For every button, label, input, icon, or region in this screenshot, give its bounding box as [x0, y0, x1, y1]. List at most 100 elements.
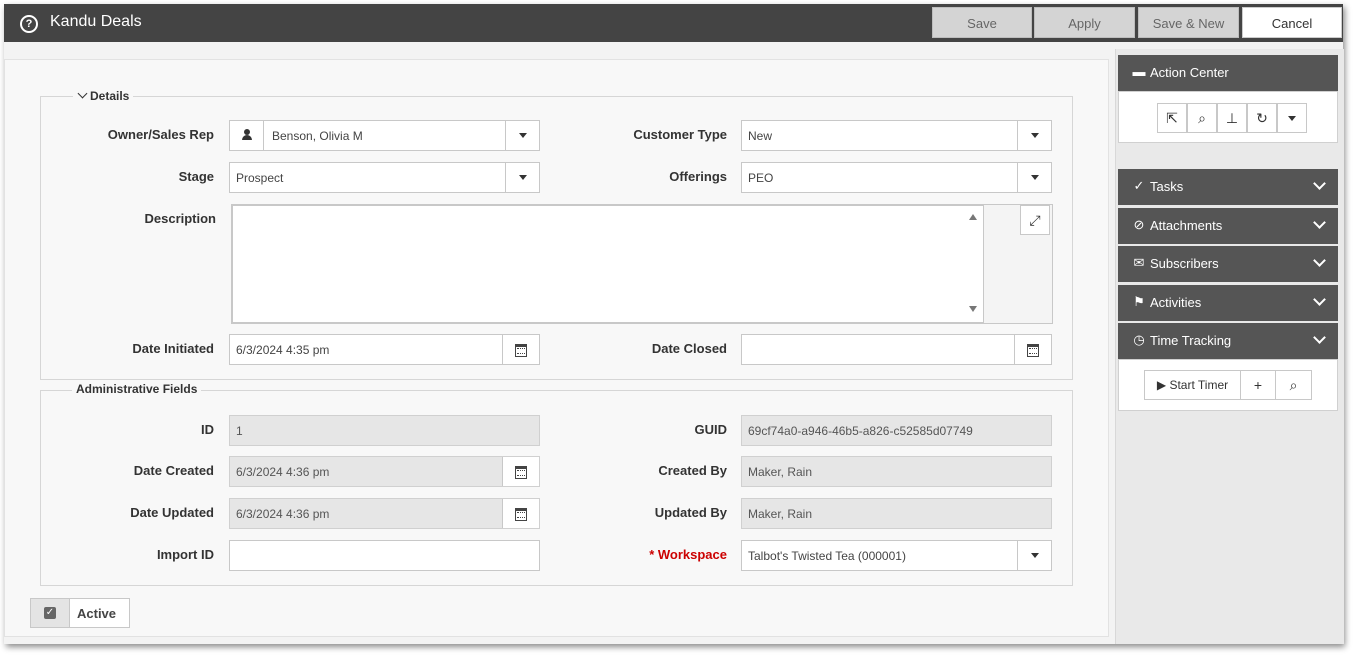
workspace-select[interactable]: Talbot's Twisted Tea (000001) — [741, 540, 1052, 571]
help-icon[interactable]: ? — [20, 15, 38, 33]
date-closed-input[interactable] — [741, 334, 1052, 365]
description-container: ⤢ — [231, 204, 1053, 324]
tasks-title: Tasks — [1150, 179, 1184, 194]
updated-by-label: Updated By — [654, 505, 727, 520]
calendar-icon — [1027, 344, 1039, 357]
owner-select[interactable]: Benson, Olivia M — [229, 120, 540, 151]
scroll-down-icon[interactable] — [969, 306, 977, 312]
customer-type-dropdown-button[interactable] — [1017, 121, 1051, 150]
envelope-icon: ✉ — [1133, 255, 1145, 270]
stage-value: Prospect — [236, 171, 284, 185]
description-textarea[interactable] — [232, 205, 984, 323]
search-time-button[interactable]: ⌕ — [1275, 370, 1312, 400]
date-initiated-calendar-button[interactable] — [502, 335, 539, 364]
date-updated-field: 6/3/2024 4:36 pm — [229, 498, 540, 529]
attachments-title: Attachments — [1150, 218, 1223, 233]
administrative-legend: Administrative Fields — [72, 382, 202, 396]
save-button[interactable]: Save — [932, 7, 1032, 38]
expand-icon: ⤢ — [1029, 212, 1041, 228]
workspace-value: Talbot's Twisted Tea (000001) — [748, 549, 906, 563]
caret-down-icon — [1288, 116, 1296, 121]
caret-down-icon — [1031, 133, 1039, 138]
window-icon: ▬ — [1132, 64, 1146, 79]
scroll-up-icon[interactable] — [969, 214, 977, 220]
clock-icon: ◷ — [1133, 332, 1145, 347]
stage-dropdown-button[interactable] — [505, 163, 539, 192]
offerings-value: PEO — [748, 171, 774, 185]
start-timer-button[interactable]: ▶ Start Timer — [1144, 370, 1241, 400]
date-created-calendar-button[interactable] — [502, 457, 539, 486]
date-updated-calendar-button[interactable] — [502, 499, 539, 528]
workspace-dropdown-button[interactable] — [1017, 541, 1051, 570]
import-id-label: Import ID — [156, 547, 214, 562]
action-center-header[interactable]: ▬ Action Center — [1118, 55, 1338, 91]
import-id-input[interactable] — [229, 540, 540, 571]
guid-field: 69cf74a0-a946-46b5-a826-c52585d07749 — [741, 415, 1052, 446]
stage-select[interactable]: Prospect — [229, 162, 540, 193]
caret-down-icon — [1031, 175, 1039, 180]
date-initiated-label: Date Initiated — [132, 341, 214, 356]
date-created-field: 6/3/2024 4:36 pm — [229, 456, 540, 487]
offerings-dropdown-button[interactable] — [1017, 163, 1051, 192]
details-legend[interactable]: Details — [73, 88, 134, 103]
created-by-label: Created By — [658, 463, 727, 478]
expand-button[interactable]: ⤢ — [1020, 205, 1050, 235]
id-field: 1 — [229, 415, 540, 446]
more-actions-button[interactable] — [1277, 103, 1307, 133]
subscribers-header[interactable]: ✉ Subscribers — [1118, 246, 1338, 282]
deal-window: ? Kandu Deals Save Apply Save & New Canc… — [4, 4, 1344, 644]
active-checkbox[interactable]: ✓ Active — [30, 598, 130, 628]
save-and-new-button[interactable]: Save & New — [1138, 7, 1239, 38]
checkbox-square[interactable]: ✓ — [31, 599, 70, 627]
stage-label: Stage — [178, 169, 214, 184]
customer-type-value: New — [748, 129, 773, 143]
owner-value: Benson, Olivia M — [272, 129, 363, 143]
open-external-button[interactable]: ⇱ — [1157, 103, 1187, 133]
tasks-header[interactable]: ✓ Tasks — [1118, 169, 1338, 205]
check-icon: ✓ — [1133, 178, 1145, 193]
play-icon: ▶ — [1156, 378, 1167, 392]
form-area: Details Owner/Sales Rep Benson, Olivia M… — [4, 59, 1109, 637]
activities-header[interactable]: ⚑ Activities — [1118, 285, 1338, 321]
chevron-down-icon — [1313, 293, 1326, 306]
pin-button[interactable]: ⊥ — [1217, 103, 1247, 133]
details-legend-text: Details — [90, 89, 130, 103]
activities-title: Activities — [1150, 295, 1202, 310]
calendar-icon — [515, 466, 527, 479]
time-tracking-body: ▶ Start Timer + ⌕ — [1118, 359, 1338, 411]
date-updated-value: 6/3/2024 4:36 pm — [236, 507, 330, 521]
customer-type-select[interactable]: New — [741, 120, 1052, 151]
date-initiated-input[interactable]: 6/3/2024 4:35 pm — [229, 334, 540, 365]
guid-value: 69cf74a0-a946-46b5-a826-c52585d07749 — [748, 424, 973, 438]
refresh-button[interactable]: ↻ — [1247, 103, 1277, 133]
date-created-label: Date Created — [133, 463, 214, 478]
caret-down-icon — [519, 133, 527, 138]
add-time-button[interactable]: + — [1240, 370, 1276, 400]
user-icon — [242, 129, 252, 141]
cancel-button[interactable]: Cancel — [1242, 7, 1342, 38]
chevron-down-icon — [1313, 216, 1326, 229]
offerings-label: Offerings — [669, 169, 727, 184]
subscribers-title: Subscribers — [1150, 256, 1219, 271]
date-updated-label: Date Updated — [130, 505, 214, 520]
owner-dropdown-button[interactable] — [505, 121, 539, 150]
user-icon-addon — [230, 121, 264, 150]
action-sidebar: ▬ Action Center ⇱ ⌕ ⊥ ↻ ✓ Tasks ⊘ Attach… — [1115, 49, 1344, 644]
date-closed-label: Date Closed — [651, 341, 727, 356]
action-center-title: Action Center — [1150, 65, 1229, 80]
attachments-header[interactable]: ⊘ Attachments — [1118, 208, 1338, 244]
time-tracking-header[interactable]: ◷ Time Tracking — [1118, 323, 1338, 359]
search-icon: ⌕ — [1198, 110, 1206, 126]
date-closed-calendar-button[interactable] — [1014, 335, 1051, 364]
description-label: Description — [144, 211, 216, 226]
search-button[interactable]: ⌕ — [1187, 103, 1217, 133]
title-bar: ? Kandu Deals Save Apply Save & New Canc… — [4, 4, 1343, 42]
apply-button[interactable]: Apply — [1034, 7, 1135, 38]
paperclip-icon: ⊘ — [1133, 217, 1145, 232]
plus-icon: + — [1253, 377, 1263, 393]
caret-down-icon — [519, 175, 527, 180]
active-label: Active — [77, 606, 117, 621]
check-icon: ✓ — [44, 607, 56, 619]
offerings-select[interactable]: PEO — [741, 162, 1052, 193]
created-by-field: Maker, Rain — [741, 456, 1052, 487]
